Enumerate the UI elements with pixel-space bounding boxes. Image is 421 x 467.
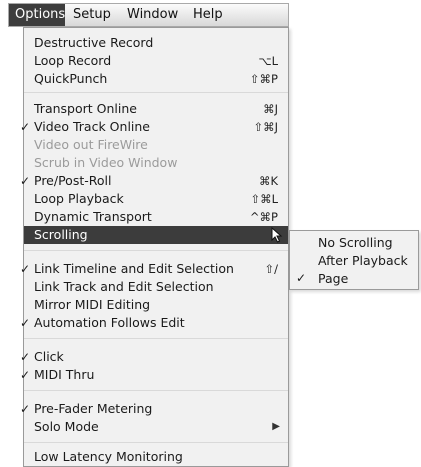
menu-item-quickpunch[interactable]: QuickPunch ⇧⌘P — [24, 70, 288, 88]
menu-item-video-out-firewire: Video out FireWire — [24, 136, 288, 154]
menu-item-link-track-edit[interactable]: Link Track and Edit Selection — [24, 278, 288, 296]
menu-item-midi-thru[interactable]: ✓ MIDI Thru — [20, 366, 288, 384]
menu-item-loop-playback[interactable]: Loop Playback ⇧⌘L — [24, 190, 288, 208]
pointer-cursor-icon — [271, 227, 283, 243]
menu-item-label: Mirror MIDI Editing — [34, 297, 151, 312]
checkmark-icon: ✓ — [296, 271, 307, 285]
menu-item-label: Scrub in Video Window — [34, 155, 178, 170]
menu-separator — [24, 442, 288, 443]
menu-item-pre-post-roll[interactable]: ✓ Pre/Post-Roll ⌘K — [20, 172, 288, 190]
menu-shortcut: ⌥L — [258, 54, 278, 68]
menu-item-destructive-record[interactable]: Destructive Record — [24, 34, 288, 52]
menu-shortcut: ⌘K — [258, 174, 278, 188]
menu-item-dynamic-transport[interactable]: Dynamic Transport ^⌘P — [24, 208, 288, 226]
checkmark-icon: ✓ — [20, 262, 31, 276]
checkmark-icon: ✓ — [20, 316, 31, 330]
menubar-setup[interactable]: Setup — [67, 4, 119, 26]
menu-separator — [24, 338, 288, 339]
checkmark-icon: ✓ — [20, 350, 31, 364]
checkmark-icon: ✓ — [20, 174, 31, 188]
menu-item-scrolling[interactable]: Scrolling — [24, 226, 288, 244]
submenu-item-label: No Scrolling — [318, 235, 393, 250]
menu-item-label: ✓ Automation Follows Edit — [20, 315, 185, 330]
menu-separator — [24, 92, 288, 93]
menu-shortcut: ^⌘P — [249, 210, 278, 224]
menu-shortcut: ⇧/ — [264, 262, 278, 276]
menu-item-click[interactable]: ✓ Click — [20, 348, 288, 366]
menu-item-label: Low Latency Monitoring — [34, 449, 183, 464]
menu-item-label: QuickPunch — [34, 71, 108, 86]
menu-item-label: Link Track and Edit Selection — [34, 279, 214, 294]
menu-shortcut: ⇧⌘J — [253, 120, 278, 134]
menu-item-label: Solo Mode — [34, 419, 99, 434]
options-menu: Destructive Record Loop Record ⌥L QuickP… — [20, 27, 289, 467]
menu-item-label: Loop Playback — [34, 191, 124, 206]
menu-item-scrub-in-video-window: Scrub in Video Window — [24, 154, 288, 172]
menu-item-link-timeline-edit[interactable]: ✓ Link Timeline and Edit Selection ⇧/ — [20, 260, 288, 278]
checkmark-icon: ✓ — [20, 368, 31, 382]
checkmark-icon: ✓ — [20, 402, 31, 416]
menu-item-label: Destructive Record — [34, 35, 154, 50]
submenu-item-page[interactable]: ✓ Page — [290, 270, 418, 287]
menu-item-loop-record[interactable]: Loop Record ⌥L — [24, 52, 288, 70]
submenu-item-label: After Playback — [318, 253, 408, 268]
menu-shortcut: ⌘J — [263, 102, 278, 116]
menu-separator — [24, 250, 288, 251]
menu-item-low-latency-monitoring[interactable]: Low Latency Monitoring — [24, 448, 288, 466]
menu-item-automation-follows-edit[interactable]: ✓ Automation Follows Edit — [20, 314, 288, 332]
screenshot-stage: Options Setup Window Help Destructive Re… — [0, 0, 421, 467]
scrolling-submenu: No Scrolling After Playback ✓ Page — [289, 230, 419, 290]
menu-shortcut: ⇧⌘P — [249, 72, 278, 86]
menu-item-label: ✓ MIDI Thru — [20, 367, 95, 382]
menu-item-video-track-online[interactable]: ✓ Video Track Online ⇧⌘J — [20, 118, 288, 136]
submenu-item-label: Page — [318, 271, 349, 286]
menu-separator — [24, 390, 288, 391]
menu-item-label: Loop Record — [34, 53, 112, 68]
submenu-item-no-scrolling[interactable]: No Scrolling — [290, 234, 418, 251]
menu-item-label: Scrolling — [34, 227, 88, 242]
menu-item-label: Video out FireWire — [34, 137, 148, 152]
menu-item-label: ✓ Pre/Post-Roll — [20, 173, 112, 188]
submenu-item-after-playback[interactable]: After Playback — [290, 252, 418, 269]
menu-item-transport-online[interactable]: Transport Online ⌘J — [24, 100, 288, 118]
menubar-options[interactable]: Options — [9, 4, 65, 26]
menu-item-label: ✓ Pre-Fader Metering — [20, 401, 153, 416]
menu-item-label: ✓ Click — [20, 349, 64, 364]
menu-item-label: Transport Online — [34, 101, 137, 116]
menu-item-pre-fader-metering[interactable]: ✓ Pre-Fader Metering — [20, 400, 288, 418]
menu-item-mirror-midi-editing[interactable]: Mirror MIDI Editing — [24, 296, 288, 314]
menu-bar: Options Setup Window Help — [8, 3, 289, 27]
menubar-window[interactable]: Window — [121, 4, 187, 26]
menu-item-label: Dynamic Transport — [34, 209, 152, 224]
submenu-arrow-icon: ▶ — [272, 421, 280, 432]
menubar-help[interactable]: Help — [187, 4, 233, 26]
menu-shortcut: ⇧⌘L — [250, 192, 278, 206]
menu-item-label: ✓ Video Track Online — [20, 119, 150, 134]
menu-item-solo-mode[interactable]: Solo Mode ▶ — [24, 418, 288, 436]
menu-item-label: ✓ Link Timeline and Edit Selection — [20, 261, 234, 276]
checkmark-icon: ✓ — [20, 120, 31, 134]
